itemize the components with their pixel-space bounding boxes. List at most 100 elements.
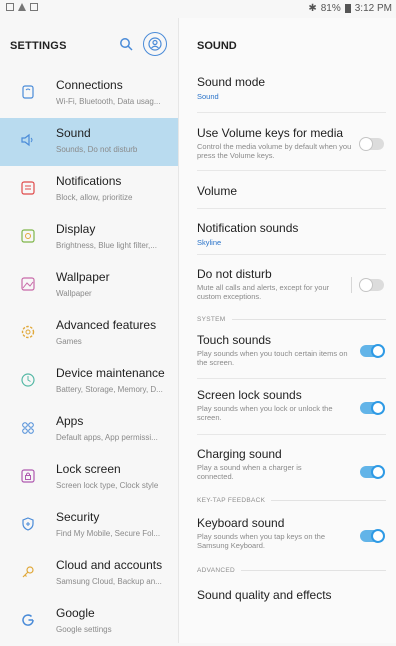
row-title: Charging sound: [197, 447, 282, 461]
security-icon: [20, 516, 36, 532]
sound-header: SOUND: [179, 18, 396, 70]
page-title: SOUND: [197, 40, 237, 52]
row-title: Screen lock sounds: [197, 388, 302, 402]
section-system: SYSTEM: [197, 309, 386, 329]
menu-item-title: Sound: [56, 126, 91, 140]
menu-item-subtitle: Brightness, Blue light filter,...: [56, 241, 157, 250]
menu-item-apps[interactable]: Apps Default apps, App permissi...: [0, 406, 178, 454]
menu-item-display[interactable]: Display Brightness, Blue light filter,..…: [0, 214, 178, 262]
section-label: ADVANCED: [197, 567, 242, 574]
menu-item-lock-screen[interactable]: Lock screen Screen lock type, Clock styl…: [0, 454, 178, 502]
menu-item-sound[interactable]: Sound Sounds, Do not disturb: [0, 118, 178, 166]
keyboard-sound-row[interactable]: Keyboard sound Play sounds when you tap …: [197, 510, 386, 560]
volume-keys-toggle[interactable]: [359, 137, 384, 151]
menu-item-notifications[interactable]: Notifications Block, allow, prioritize: [0, 166, 178, 214]
menu-item-subtitle: Google settings: [56, 625, 112, 634]
screenshot-icon: [30, 3, 38, 11]
sound-icon: [20, 132, 36, 148]
toggle-knob: [359, 278, 373, 292]
toggle-knob: [371, 465, 385, 479]
toggle-knob: [371, 401, 385, 415]
menu-item-google[interactable]: Google Google settings: [0, 598, 178, 646]
menu-item-subtitle: Default apps, App permissi...: [56, 433, 158, 442]
menu-item-subtitle: Wi-Fi, Bluetooth, Data usag...: [56, 97, 161, 106]
menu-item-title: Connections: [56, 78, 123, 92]
search-icon[interactable]: [119, 37, 133, 51]
settings-title: SETTINGS: [10, 40, 67, 52]
row-value: Skyline: [197, 238, 222, 247]
profile-icon[interactable]: [143, 32, 167, 56]
menu-item-subtitle: Find My Mobile, Secure Fol...: [56, 529, 161, 538]
apps-icon: [20, 420, 36, 436]
row-subtitle: Play sounds when you touch certain items…: [197, 349, 348, 367]
sound-mode-row[interactable]: Sound mode Sound: [197, 70, 386, 113]
menu-item-subtitle: Sounds, Do not disturb: [56, 145, 138, 154]
section-key-tap-feedback: KEY-TAP FEEDBACK: [197, 490, 386, 510]
menu-item-title: Notifications: [56, 174, 122, 188]
row-title: Keyboard sound: [197, 516, 285, 530]
status-bar: ✱ 81% 3:12 PM: [0, 0, 396, 18]
lock-screen-icon: [20, 468, 36, 484]
google-icon: [20, 612, 36, 628]
warning-icon: [18, 3, 26, 11]
section-label: KEY-TAP FEEDBACK: [197, 497, 272, 504]
menu-item-subtitle: Samsung Cloud, Backup an...: [56, 577, 162, 586]
charging-sound-row[interactable]: Charging sound Play a sound when a charg…: [197, 435, 386, 490]
screen-lock-sounds-row[interactable]: Screen lock sounds Play sounds when you …: [197, 379, 386, 435]
section-advanced: ADVANCED: [197, 560, 386, 580]
settings-header: SETTINGS: [0, 18, 178, 70]
row-title: Use Volume keys for media: [197, 126, 344, 140]
menu-item-title: Device maintenance: [56, 366, 165, 380]
section-label: SYSTEM: [197, 316, 232, 323]
toggle-knob: [371, 529, 385, 543]
row-subtitle: Play sounds when you lock or unlock the …: [197, 404, 333, 422]
menu-item-subtitle: Screen lock type, Clock style: [56, 481, 159, 490]
display-icon: [20, 228, 36, 244]
bluetooth-icon: ✱: [308, 3, 317, 14]
wallpaper-icon: [20, 276, 36, 292]
do-not-disturb-row[interactable]: Do not disturb Mute all calls and alerts…: [197, 255, 386, 309]
toggle-knob: [371, 344, 385, 358]
row-title: Sound mode: [197, 75, 266, 89]
screen-lock-sounds-toggle[interactable]: [360, 401, 385, 415]
device-maintenance-icon: [20, 372, 36, 388]
row-subtitle: Play sounds when you tap keys on the Sam…: [197, 532, 325, 550]
menu-item-subtitle: Wallpaper: [56, 289, 92, 298]
menu-item-advanced-features[interactable]: Advanced features Games: [0, 310, 178, 358]
volume-keys-row[interactable]: Use Volume keys for media Control the me…: [197, 113, 386, 171]
menu-item-cloud-accounts[interactable]: Cloud and accounts Samsung Cloud, Backup…: [0, 550, 178, 598]
do-not-disturb-toggle[interactable]: [359, 278, 384, 292]
volume-row[interactable]: Volume: [197, 171, 386, 209]
status-right: ✱ 81% 3:12 PM: [308, 3, 392, 14]
menu-item-title: Apps: [56, 414, 84, 428]
menu-item-subtitle: Block, allow, prioritize: [56, 193, 133, 202]
row-subtitle: Play a sound when a charger is connected…: [197, 463, 302, 481]
row-title: Touch sounds: [197, 333, 272, 347]
menu-item-title: Lock screen: [56, 462, 121, 476]
sound-settings-pane: SOUND Sound mode Sound Use Volume keys f…: [179, 18, 396, 643]
divider: [351, 277, 352, 293]
menu-item-title: Display: [56, 222, 96, 236]
settings-menu-pane: SETTINGS Connections Wi-Fi, Bluetooth, D…: [0, 18, 179, 643]
notification-sounds-row[interactable]: Notification sounds Skyline: [197, 209, 386, 255]
toggle-knob: [359, 137, 373, 151]
menu-item-subtitle: Games: [56, 337, 82, 346]
charging-sound-toggle[interactable]: [360, 465, 385, 479]
sound-quality-row[interactable]: Sound quality and effects: [197, 580, 386, 610]
menu-item-title: Google: [56, 606, 95, 620]
touch-sounds-row[interactable]: Touch sounds Play sounds when you touch …: [197, 329, 386, 379]
menu-item-connections[interactable]: Connections Wi-Fi, Bluetooth, Data usag.…: [0, 70, 178, 118]
advanced-features-icon: [20, 324, 36, 340]
row-title: Sound quality and effects: [197, 588, 332, 602]
menu-item-security[interactable]: Security Find My Mobile, Secure Fol...: [0, 502, 178, 550]
keyboard-sound-toggle[interactable]: [360, 529, 385, 543]
battery-percent: 81%: [320, 3, 341, 14]
battery-icon: [344, 4, 351, 13]
menu-item-device-maintenance[interactable]: Device maintenance Battery, Storage, Mem…: [0, 358, 178, 406]
menu-item-title: Cloud and accounts: [56, 558, 163, 572]
row-subtitle: Control the media volume by default when…: [197, 142, 352, 160]
menu-item-wallpaper[interactable]: Wallpaper Wallpaper: [0, 262, 178, 310]
status-left: [6, 3, 38, 11]
row-value: Sound: [197, 92, 219, 101]
touch-sounds-toggle[interactable]: [360, 344, 385, 358]
